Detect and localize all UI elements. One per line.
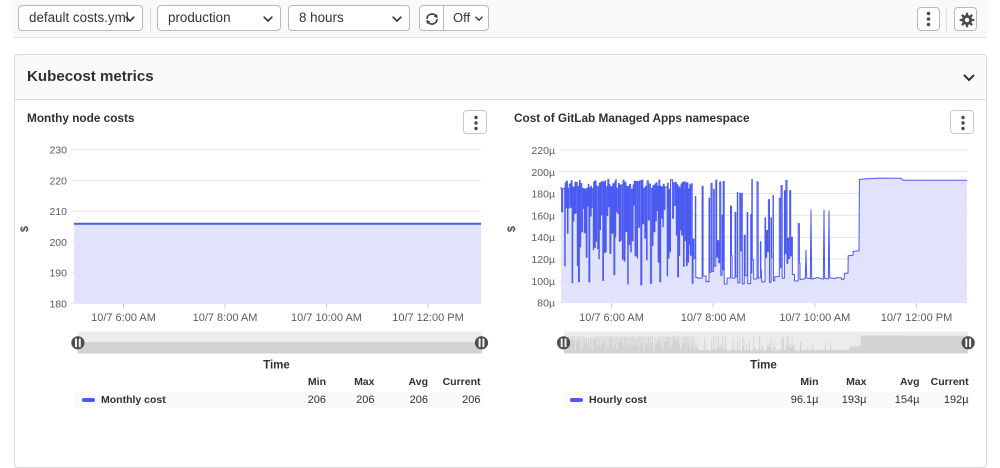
svg-text:180µ: 180µ — [531, 189, 555, 201]
svg-text:200µ: 200µ — [531, 167, 555, 179]
svg-text:Current: Current — [443, 376, 481, 388]
svg-text:180: 180 — [49, 298, 67, 310]
svg-text:$: $ — [19, 226, 31, 232]
svg-text:Max: Max — [354, 376, 375, 388]
svg-text:80µ: 80µ — [537, 298, 555, 310]
svg-text:Time: Time — [750, 360, 777, 372]
svg-text:220µ: 220µ — [531, 145, 555, 157]
svg-text:10/7 8:00 AM: 10/7 8:00 AM — [193, 312, 258, 324]
svg-text:10/7 6:00 AM: 10/7 6:00 AM — [91, 312, 156, 324]
svg-text:10/7 6:00 AM: 10/7 6:00 AM — [579, 312, 644, 324]
svg-text:Avg: Avg — [900, 376, 919, 388]
svg-text:10/7 10:00 AM: 10/7 10:00 AM — [291, 312, 362, 324]
svg-text:Max: Max — [846, 376, 867, 388]
svg-text:Current: Current — [931, 376, 969, 388]
svg-text:Time: Time — [263, 360, 290, 372]
svg-text:Min: Min — [800, 376, 818, 388]
svg-text:10/7 8:00 AM: 10/7 8:00 AM — [681, 312, 746, 324]
svg-text:120µ: 120µ — [531, 254, 555, 266]
svg-text:140µ: 140µ — [531, 232, 555, 244]
svg-text:Avg: Avg — [409, 376, 428, 388]
svg-text:160µ: 160µ — [531, 210, 555, 222]
svg-text:220: 220 — [49, 175, 67, 187]
svg-text:10/7 12:00 PM: 10/7 12:00 PM — [881, 312, 953, 324]
svg-text:190: 190 — [49, 268, 67, 280]
svg-text:$: $ — [506, 226, 518, 232]
svg-text:10/7 12:00 PM: 10/7 12:00 PM — [392, 312, 464, 324]
svg-text:100µ: 100µ — [531, 276, 555, 288]
svg-text:200: 200 — [49, 237, 67, 249]
svg-text:Min: Min — [308, 376, 326, 388]
svg-text:230: 230 — [49, 145, 67, 157]
svg-text:10/7 10:00 AM: 10/7 10:00 AM — [779, 312, 850, 324]
svg-text:210: 210 — [49, 206, 67, 218]
